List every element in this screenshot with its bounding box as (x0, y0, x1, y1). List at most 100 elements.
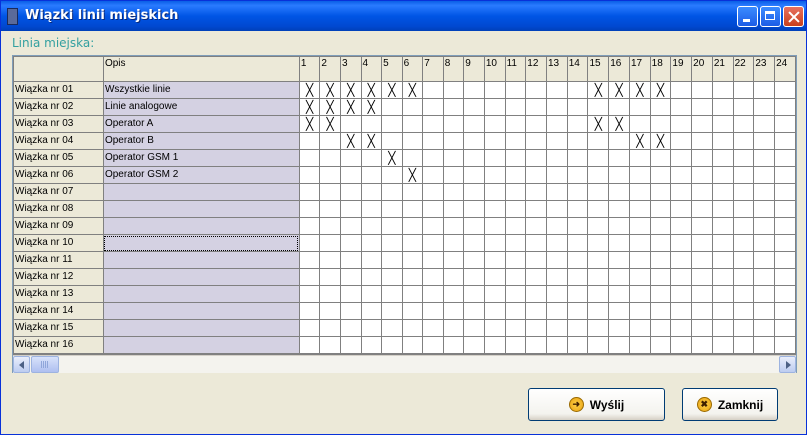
line-cell[interactable] (381, 336, 403, 354)
line-cell[interactable] (608, 132, 630, 150)
line-cell[interactable] (298, 183, 321, 201)
opis-cell[interactable] (102, 302, 300, 320)
line-cell[interactable] (319, 336, 341, 354)
line-cell[interactable] (401, 336, 424, 354)
column-header[interactable]: 16 (608, 56, 630, 82)
line-cell[interactable] (608, 285, 630, 303)
line-cell[interactable] (546, 200, 568, 218)
line-cell[interactable] (711, 183, 734, 201)
line-cell[interactable] (546, 251, 568, 269)
line-cell[interactable] (546, 217, 568, 235)
line-cell[interactable] (711, 166, 734, 184)
line-cell[interactable] (442, 200, 465, 218)
line-cell[interactable] (546, 336, 568, 354)
line-cell[interactable] (463, 115, 485, 133)
line-cell[interactable]: ╳ (401, 81, 424, 99)
line-cell[interactable] (401, 319, 424, 337)
column-header[interactable]: 7 (422, 56, 444, 82)
line-cell[interactable] (401, 234, 424, 252)
line-cell[interactable] (381, 302, 403, 320)
line-cell[interactable] (753, 81, 776, 99)
line-cell[interactable] (339, 319, 362, 337)
line-cell[interactable] (401, 302, 424, 320)
row-header[interactable]: Wiązka nr 09 (13, 217, 104, 235)
column-header[interactable]: 5 (381, 56, 403, 82)
line-cell[interactable] (753, 251, 776, 269)
line-cell[interactable] (691, 285, 713, 303)
line-cell[interactable]: ╳ (339, 98, 362, 116)
line-cell[interactable] (422, 98, 444, 116)
line-cell[interactable] (525, 149, 547, 167)
line-cell[interactable] (670, 251, 693, 269)
line-cell[interactable] (587, 200, 610, 218)
line-cell[interactable] (774, 302, 796, 320)
line-cell[interactable] (649, 98, 672, 116)
line-cell[interactable] (774, 98, 796, 116)
line-cell[interactable] (360, 200, 383, 218)
line-cell[interactable] (670, 166, 693, 184)
line-cell[interactable] (566, 115, 589, 133)
line-cell[interactable]: ╳ (360, 98, 383, 116)
row-header[interactable]: Wiązka nr 12 (13, 268, 104, 286)
line-cell[interactable] (774, 285, 796, 303)
line-cell[interactable] (483, 336, 506, 354)
line-cell[interactable] (566, 319, 589, 337)
line-cell[interactable] (753, 166, 776, 184)
line-cell[interactable] (339, 217, 362, 235)
line-cell[interactable] (339, 183, 362, 201)
line-cell[interactable] (483, 251, 506, 269)
line-cell[interactable] (504, 268, 527, 286)
row-header[interactable]: Wiązka nr 05 (13, 149, 104, 167)
line-cell[interactable] (546, 234, 568, 252)
line-cell[interactable] (401, 183, 424, 201)
line-cell[interactable] (753, 149, 776, 167)
line-cell[interactable]: ╳ (360, 132, 383, 150)
line-cell[interactable] (753, 132, 776, 150)
line-cell[interactable] (546, 302, 568, 320)
line-cell[interactable] (319, 149, 341, 167)
line-cell[interactable] (753, 336, 776, 354)
line-cell[interactable] (546, 183, 568, 201)
line-cell[interactable] (608, 336, 630, 354)
line-cell[interactable] (483, 132, 506, 150)
title-bar[interactable]: Wiązki linii miejskich (1, 1, 806, 31)
line-cell[interactable] (381, 234, 403, 252)
line-cell[interactable] (732, 98, 755, 116)
line-cell[interactable] (401, 251, 424, 269)
line-cell[interactable] (319, 302, 341, 320)
line-cell[interactable] (525, 285, 547, 303)
line-cell[interactable] (483, 166, 506, 184)
minimize-button[interactable] (737, 6, 758, 27)
line-cell[interactable] (483, 98, 506, 116)
line-cell[interactable] (319, 319, 341, 337)
line-cell[interactable] (504, 149, 527, 167)
column-header[interactable]: 19 (670, 56, 693, 82)
opis-cell[interactable] (102, 200, 300, 218)
line-cell[interactable] (732, 319, 755, 337)
line-cell[interactable] (732, 268, 755, 286)
line-cell[interactable] (360, 285, 383, 303)
opis-cell[interactable]: Operator GSM 1 (102, 149, 300, 167)
line-cell[interactable] (774, 217, 796, 235)
line-cell[interactable] (774, 149, 796, 167)
line-cell[interactable] (649, 149, 672, 167)
line-cell[interactable] (587, 268, 610, 286)
line-cell[interactable] (774, 183, 796, 201)
line-cell[interactable] (298, 132, 321, 150)
row-header[interactable]: Wiązka nr 02 (13, 98, 104, 116)
line-cell[interactable] (774, 166, 796, 184)
line-cell[interactable] (442, 115, 465, 133)
row-header[interactable]: Wiązka nr 10 (13, 234, 104, 252)
line-cell[interactable] (608, 217, 630, 235)
line-cell[interactable]: ╳ (339, 81, 362, 99)
line-cell[interactable] (422, 302, 444, 320)
close-window-button[interactable] (783, 6, 804, 27)
line-cell[interactable]: ╳ (608, 115, 630, 133)
line-cell[interactable] (587, 132, 610, 150)
opis-cell[interactable] (102, 183, 300, 201)
column-header[interactable]: 22 (732, 56, 755, 82)
line-cell[interactable] (504, 302, 527, 320)
line-cell[interactable] (566, 268, 589, 286)
line-cell[interactable] (774, 336, 796, 354)
line-cell[interactable] (422, 115, 444, 133)
